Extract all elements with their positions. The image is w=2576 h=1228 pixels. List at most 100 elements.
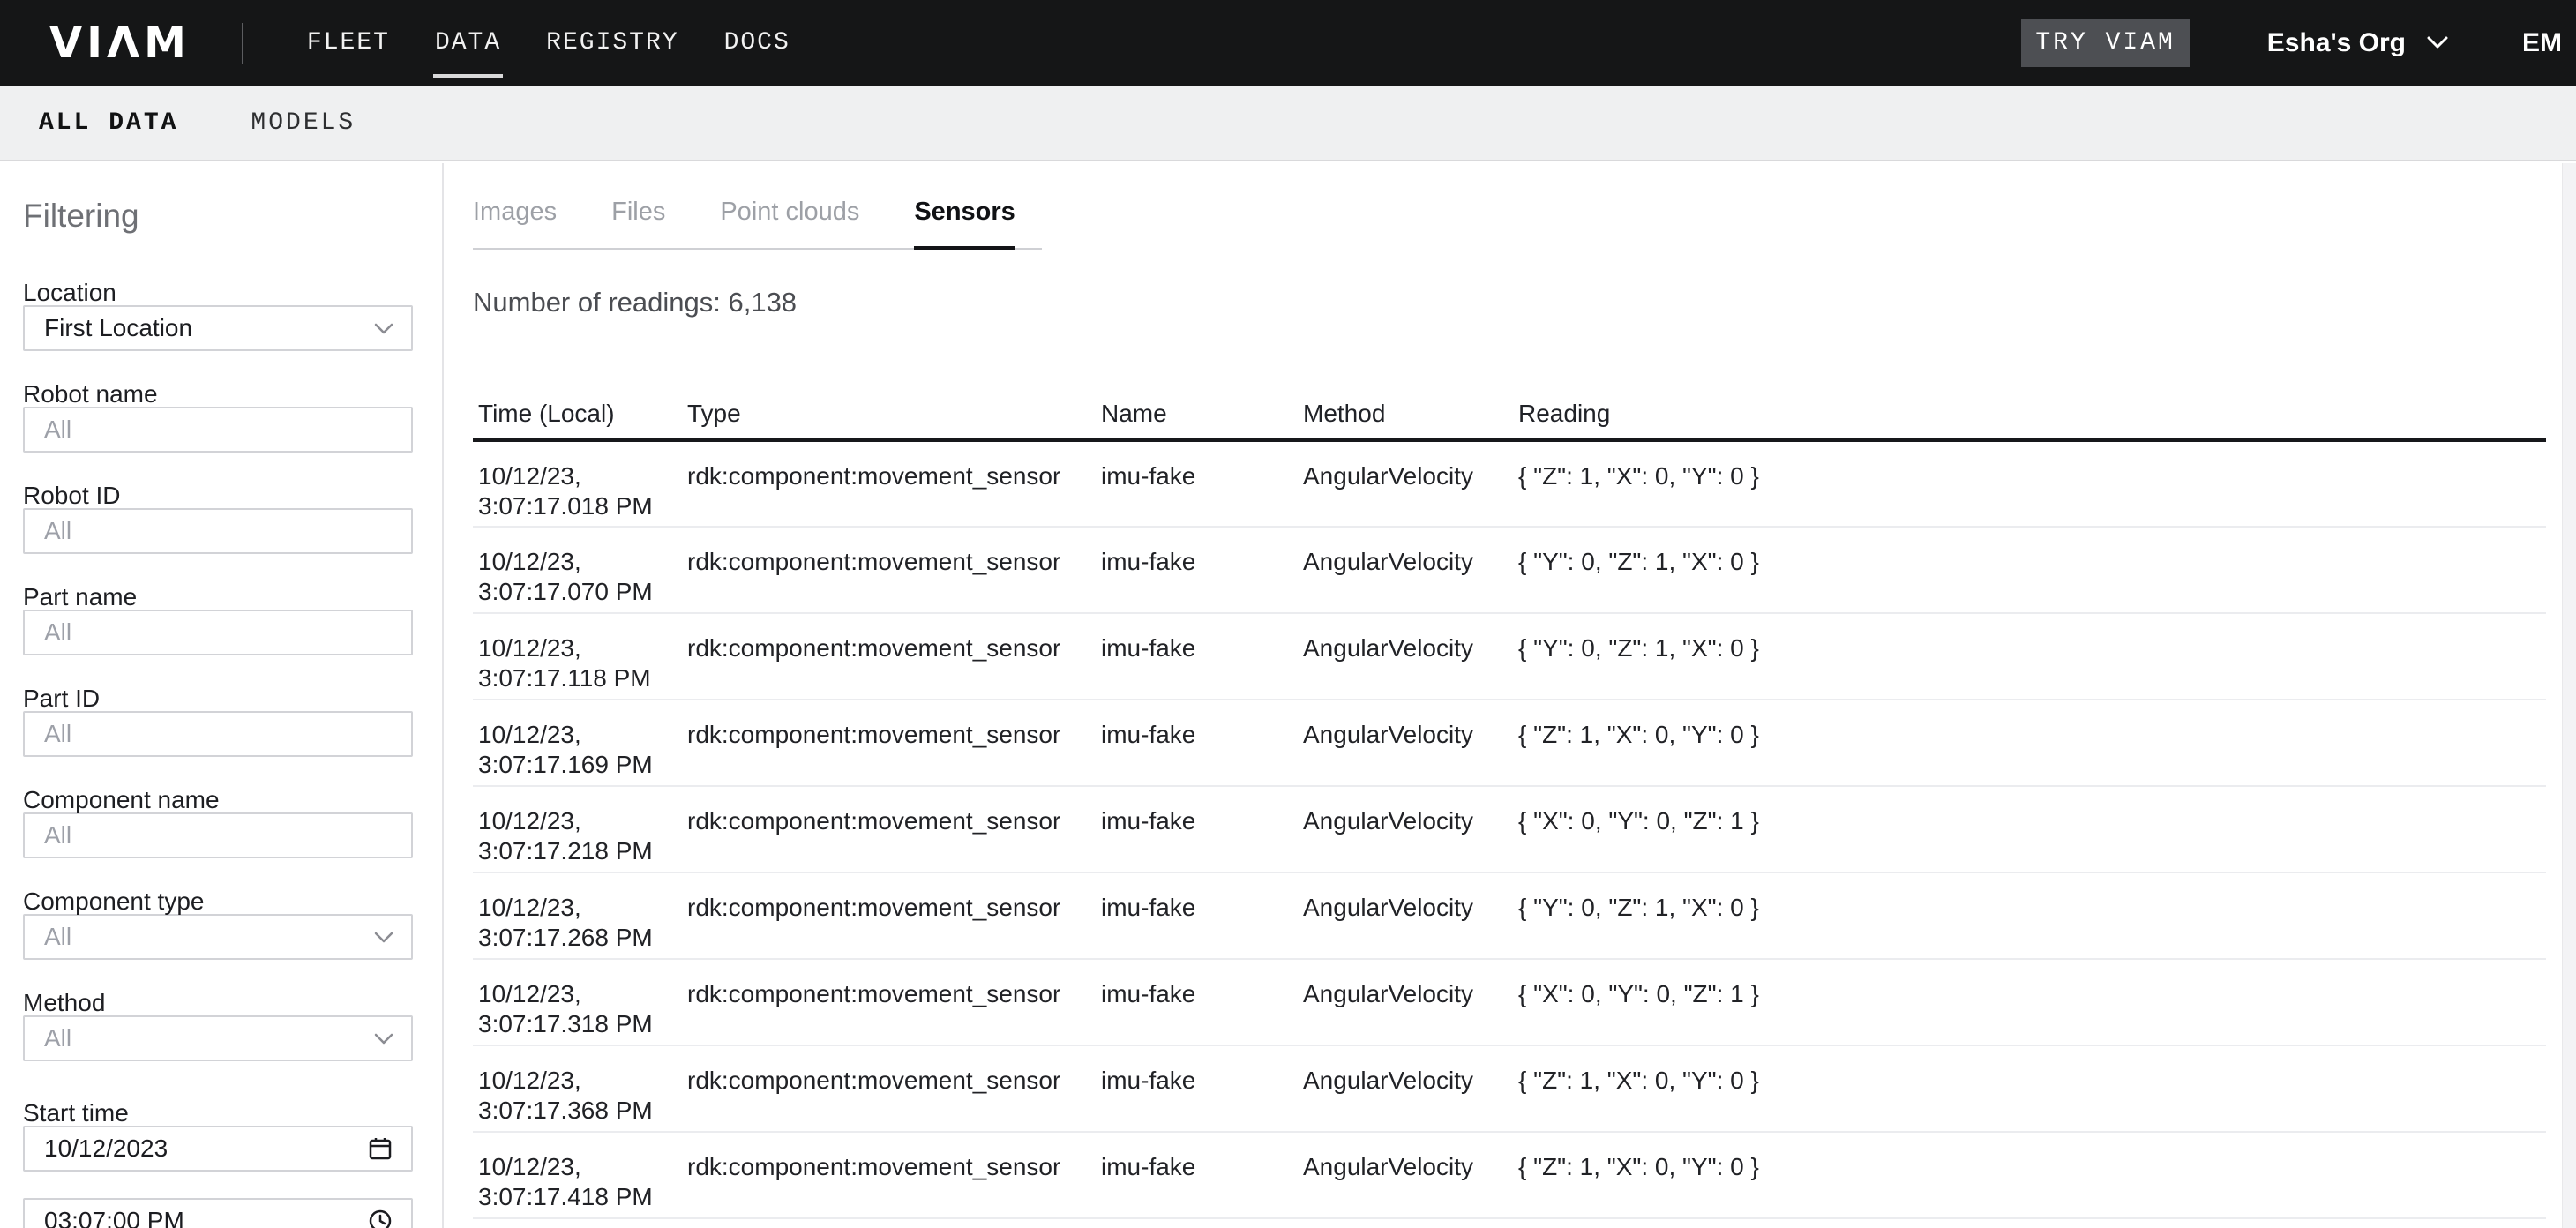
- chevron-down-icon: [374, 323, 393, 334]
- part-id-label: Part ID: [23, 685, 413, 711]
- robot-name-label: Robot name: [23, 381, 413, 407]
- table-row[interactable]: 10/12/23, 3:07:17.368 PM rdk:component:m…: [473, 1045, 2546, 1132]
- table-row[interactable]: 10/12/23, 3:07:17.418 PM rdk:component:m…: [473, 1132, 2546, 1218]
- location-select[interactable]: First Location: [23, 305, 413, 351]
- cell-time: 10/12/23, 3:07:17.218 PM: [473, 786, 682, 872]
- cell-name: imu-fake: [1096, 1045, 1298, 1132]
- col-name: Name: [1096, 400, 1298, 440]
- nav-item-registry[interactable]: REGISTRY: [546, 29, 678, 56]
- cell-type: rdk:component:movement_sensor: [682, 872, 1096, 959]
- cell-type: rdk:component:movement_sensor: [682, 440, 1096, 527]
- cell-reading: { "Z": 1, "X": 0, "Y": 0 }: [1513, 1132, 2546, 1218]
- nav-item-fleet[interactable]: FLEET: [307, 29, 390, 56]
- cell-type: rdk:component:movement_sensor: [682, 527, 1096, 613]
- start-date-input[interactable]: 10/12/2023: [23, 1126, 413, 1172]
- scrollbar[interactable]: [2562, 163, 2576, 1228]
- robot-id-input[interactable]: [23, 508, 413, 554]
- col-method: Method: [1298, 400, 1513, 440]
- cell-method: AngularVelocity: [1298, 1045, 1513, 1132]
- cell-reading: { "Y": 0, "Z": 1, "X": 0 }: [1513, 872, 2546, 959]
- cell-name: imu-fake: [1096, 700, 1298, 786]
- org-name: Esha's Org: [2267, 28, 2406, 58]
- try-viam-button[interactable]: TRY VIAM: [2021, 19, 2189, 67]
- filter-part-name: Part name: [23, 584, 413, 655]
- filter-start-time: Start time 10/12/2023: [23, 1100, 413, 1172]
- chevron-down-icon: [374, 1033, 393, 1045]
- tab-sensors[interactable]: Sensors: [914, 197, 1015, 250]
- component-type-select[interactable]: All: [23, 914, 413, 960]
- table-row[interactable]: 10/12/23, 3:07:17.070 PM rdk:component:m…: [473, 527, 2546, 613]
- clock-icon[interactable]: [367, 1208, 393, 1228]
- tab-images[interactable]: Images: [473, 197, 557, 250]
- filter-component-name: Component name: [23, 787, 413, 858]
- part-name-input[interactable]: [23, 610, 413, 655]
- cell-reading: { "Y": 0, "Z": 1, "X": 0 }: [1513, 527, 2546, 613]
- part-id-input[interactable]: [23, 711, 413, 757]
- robot-name-input[interactable]: [23, 407, 413, 453]
- top-nav: VIΛM FLEET DATA REGISTRY DOCS TRY VIAM E…: [0, 0, 2576, 86]
- method-select[interactable]: All: [23, 1015, 413, 1061]
- nav-divider: [242, 23, 243, 64]
- cell-time: 10/12/23, 3:07:17.018 PM: [473, 440, 682, 527]
- cell-name: imu-fake: [1096, 1132, 1298, 1218]
- viam-logo[interactable]: VIΛM: [49, 19, 191, 68]
- cell-type: rdk:component:movement_sensor: [682, 613, 1096, 700]
- location-label: Location: [23, 280, 413, 305]
- component-name-label: Component name: [23, 787, 413, 812]
- sensor-readings-table: Time (Local) Type Name Method Reading 10…: [473, 400, 2546, 1219]
- component-name-input[interactable]: [23, 812, 413, 858]
- filter-location: Location First Location: [23, 280, 413, 351]
- filter-start-time-clock: 03:07:00 PM: [23, 1198, 413, 1228]
- location-value: First Location: [44, 314, 192, 342]
- start-time-value: 03:07:00 PM: [44, 1207, 184, 1228]
- cell-reading: { "Y": 0, "Z": 1, "X": 0 }: [1513, 613, 2546, 700]
- nav-item-data[interactable]: DATA: [435, 29, 501, 56]
- robot-id-label: Robot ID: [23, 483, 413, 508]
- cell-method: AngularVelocity: [1298, 440, 1513, 527]
- cell-time: 10/12/23, 3:07:17.318 PM: [473, 959, 682, 1045]
- readings-count: Number of readings: 6,138: [473, 287, 2562, 318]
- tab-models[interactable]: MODELS: [251, 109, 356, 137]
- filtering-title: Filtering: [23, 198, 413, 234]
- cell-type: rdk:component:movement_sensor: [682, 1132, 1096, 1218]
- calendar-icon[interactable]: [367, 1135, 393, 1162]
- cell-type: rdk:component:movement_sensor: [682, 700, 1096, 786]
- col-type: Type: [682, 400, 1096, 440]
- start-time-label: Start time: [23, 1100, 413, 1126]
- cell-name: imu-fake: [1096, 872, 1298, 959]
- cell-type: rdk:component:movement_sensor: [682, 959, 1096, 1045]
- cell-time: 10/12/23, 3:07:17.118 PM: [473, 613, 682, 700]
- col-reading: Reading: [1513, 400, 2546, 440]
- tab-all-data[interactable]: ALL DATA: [39, 109, 178, 137]
- chevron-down-icon: [374, 932, 393, 943]
- cell-reading: { "Z": 1, "X": 0, "Y": 0 }: [1513, 1045, 2546, 1132]
- cell-type: rdk:component:movement_sensor: [682, 1045, 1096, 1132]
- table-row[interactable]: 10/12/23, 3:07:17.118 PM rdk:component:m…: [473, 613, 2546, 700]
- col-time: Time (Local): [473, 400, 682, 440]
- filter-method: Method All: [23, 990, 413, 1061]
- table-row[interactable]: 10/12/23, 3:07:17.268 PM rdk:component:m…: [473, 872, 2546, 959]
- cell-reading: { "Z": 1, "X": 0, "Y": 0 }: [1513, 440, 2546, 527]
- cell-type: rdk:component:movement_sensor: [682, 786, 1096, 872]
- tab-point-clouds[interactable]: Point clouds: [720, 197, 859, 250]
- chevron-down-icon: [2427, 36, 2448, 49]
- cell-time: 10/12/23, 3:07:17.268 PM: [473, 872, 682, 959]
- sensor-table-body: 10/12/23, 3:07:17.018 PM rdk:component:m…: [473, 440, 2546, 1218]
- method-label: Method: [23, 990, 413, 1015]
- org-switcher[interactable]: Esha's Org: [2267, 28, 2448, 58]
- cell-name: imu-fake: [1096, 440, 1298, 527]
- cell-time: 10/12/23, 3:07:17.418 PM: [473, 1132, 682, 1218]
- table-row[interactable]: 10/12/23, 3:07:17.218 PM rdk:component:m…: [473, 786, 2546, 872]
- cell-method: AngularVelocity: [1298, 786, 1513, 872]
- start-time-input[interactable]: 03:07:00 PM: [23, 1198, 413, 1228]
- table-row[interactable]: 10/12/23, 3:07:17.018 PM rdk:component:m…: [473, 440, 2546, 527]
- avatar[interactable]: EM: [2522, 28, 2562, 58]
- tab-files[interactable]: Files: [611, 197, 665, 250]
- table-row[interactable]: 10/12/23, 3:07:17.318 PM rdk:component:m…: [473, 959, 2546, 1045]
- cell-reading: { "Z": 1, "X": 0, "Y": 0 }: [1513, 700, 2546, 786]
- data-type-tabs: Images Files Point clouds Sensors: [473, 197, 1042, 250]
- cell-method: AngularVelocity: [1298, 613, 1513, 700]
- table-row[interactable]: 10/12/23, 3:07:17.169 PM rdk:component:m…: [473, 700, 2546, 786]
- cell-time: 10/12/23, 3:07:17.169 PM: [473, 700, 682, 786]
- nav-item-docs[interactable]: DOCS: [724, 29, 790, 56]
